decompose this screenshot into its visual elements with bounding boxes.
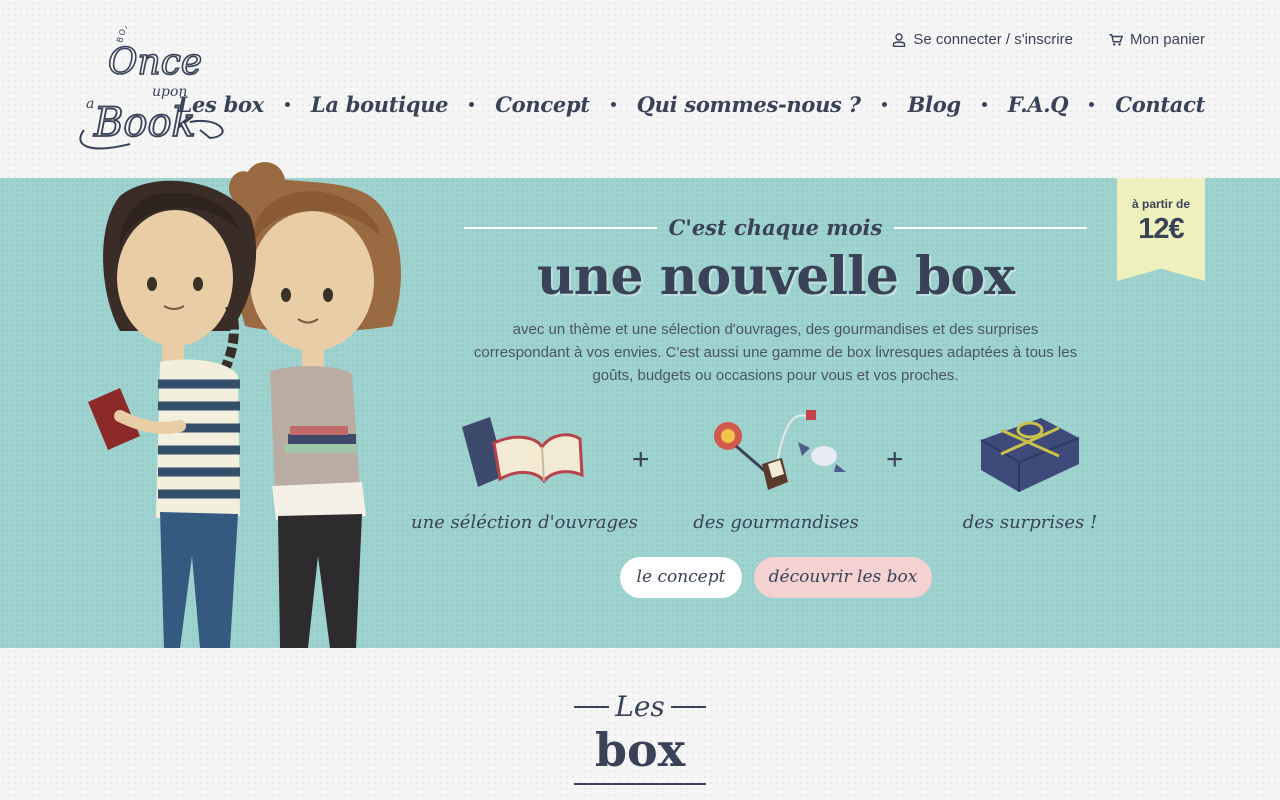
price-prefix: à partir de — [1131, 197, 1191, 211]
nav-separator — [981, 102, 987, 107]
nav-les-box[interactable]: Les box — [178, 92, 265, 117]
hero-description: avec un thème et une sélection d'ouvrage… — [473, 321, 1078, 384]
nav-blog[interactable]: Blog — [908, 92, 962, 117]
section-kicker: Les — [615, 690, 665, 723]
feature-candy: des gourmandises — [666, 405, 886, 533]
cart-link[interactable]: Mon panier — [1109, 31, 1205, 48]
nav-faq[interactable]: F.A.Q — [1008, 92, 1069, 117]
once-upon-a-book-logo: BOX LIVRESQUE Once upon a Book — [79, 1, 224, 150]
section-title: box — [594, 723, 686, 777]
section-header-les-box: Les box — [574, 690, 707, 785]
price-value: 12€ — [1138, 213, 1184, 245]
kicker-text: C'est chaque mois — [668, 215, 883, 240]
svg-text:Once: Once — [108, 42, 202, 83]
nav-qui-sommes-nous[interactable]: Qui sommes-nous ? — [637, 92, 861, 117]
books-icon — [462, 416, 584, 487]
kicker-line-left — [464, 226, 657, 229]
discover-box-button[interactable]: découvrir les box — [754, 557, 932, 598]
gift-icon — [980, 417, 1080, 492]
feature-gift: des surprises ! — [920, 405, 1140, 533]
feature-books-caption: une séléction d'ouvrages — [411, 512, 638, 533]
plus-sign-2: + — [886, 443, 904, 476]
nav-separator — [610, 102, 616, 107]
plus-sign-1: + — [632, 443, 650, 476]
hero-title: une nouvelle box — [536, 246, 1015, 307]
user-icon — [893, 32, 906, 47]
logo[interactable]: BOX LIVRESQUE Once upon a Book — [70, 1, 245, 156]
reading-girls-illustration — [88, 162, 401, 648]
nav-separator — [1089, 102, 1095, 107]
nav-la-boutique[interactable]: La boutique — [311, 92, 449, 117]
kicker-line-right — [894, 226, 1087, 229]
login-label: Se connecter / s'inscrire — [913, 31, 1073, 48]
cart-label: Mon panier — [1129, 31, 1205, 48]
feature-books: une séléction d'ouvrages — [411, 405, 638, 533]
hero-illustration — [80, 156, 420, 648]
hero-kicker: C'est chaque mois — [464, 215, 1087, 240]
main-nav: Les box La boutique Concept Qui sommes-n… — [178, 92, 1206, 117]
section-underline — [574, 783, 706, 785]
feature-gift-caption: des surprises ! — [962, 512, 1098, 533]
section-line-left — [574, 705, 610, 708]
top-links: Se connecter / s'inscrire Mon panier — [892, 31, 1205, 48]
svg-text:BOX LIVRESQUE: BOX LIVRESQUE — [115, 26, 190, 43]
cart-icon — [1109, 33, 1123, 46]
nav-separator — [881, 102, 887, 107]
login-link[interactable]: Se connecter / s'inscrire — [892, 31, 1073, 48]
nav-contact[interactable]: Contact — [1115, 92, 1205, 117]
section-line-right — [670, 705, 707, 708]
nav-separator — [284, 102, 290, 107]
feature-candy-caption: des gourmandises — [693, 512, 859, 533]
concept-button[interactable]: le concept — [620, 557, 742, 598]
candy-icon — [714, 409, 846, 490]
price-ribbon: à partir de 12€ — [1117, 178, 1205, 281]
nav-concept[interactable]: Concept — [495, 92, 590, 117]
nav-separator — [469, 102, 475, 107]
